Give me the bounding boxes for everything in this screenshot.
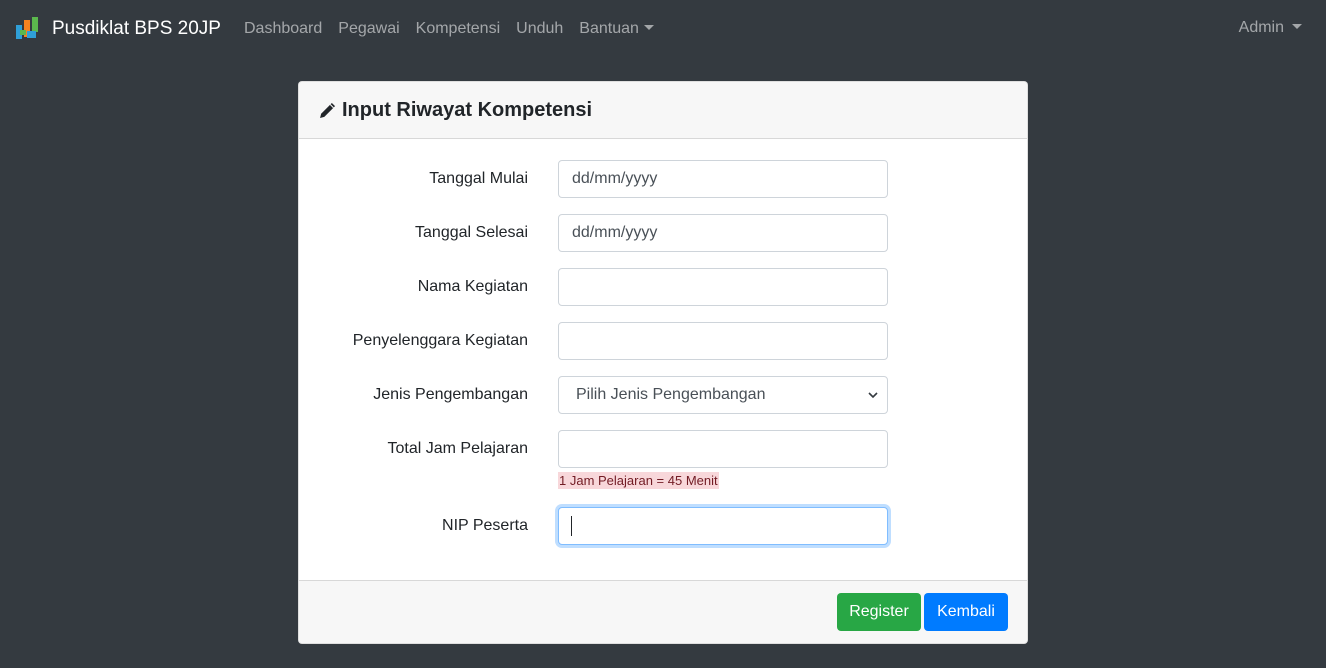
tanggal-mulai-input[interactable]: dd/mm/yyyy — [558, 160, 888, 198]
card-header: Input Riwayat Kompetensi — [299, 82, 1027, 139]
pencil-icon — [320, 102, 336, 118]
label-nama-kegiatan: Nama Kegiatan — [417, 278, 528, 295]
kembali-button[interactable]: Kembali — [924, 593, 1008, 631]
nav-unduh[interactable]: Unduh — [516, 20, 563, 38]
row-jenis-pengembangan: Jenis Pengembangan Pilih Jenis Pengemban… — [299, 376, 1027, 414]
text-cursor — [571, 516, 572, 536]
user-menu-label: Admin — [1238, 19, 1284, 36]
caret-down-icon — [643, 25, 654, 30]
nav-dashboard[interactable]: Dashboard — [244, 20, 322, 38]
penyelenggara-input[interactable] — [558, 322, 888, 360]
jenis-pengembangan-select[interactable]: Pilih Jenis Pengembangan — [558, 376, 888, 414]
brand[interactable]: Pusdiklat BPS 20JP — [15, 16, 221, 42]
jenis-pengembangan-selected: Pilih Jenis Pengembangan — [576, 386, 766, 403]
row-total-jam: Total Jam Pelajaran — [299, 430, 1027, 468]
register-button[interactable]: Register — [837, 593, 921, 631]
nav-pegawai[interactable]: Pegawai — [338, 20, 399, 38]
row-nip: NIP Peserta — [299, 507, 1027, 545]
brand-title: Pusdiklat BPS 20JP — [52, 18, 221, 39]
user-menu-dropdown[interactable]: Admin — [1239, 19, 1302, 37]
nama-kegiatan-input[interactable] — [558, 268, 888, 306]
nav-links: Dashboard Pegawai Kompetensi Unduh Bantu… — [244, 20, 670, 38]
row-penyelenggara: Penyelenggara Kegiatan — [299, 322, 1027, 360]
chevron-down-icon — [868, 392, 878, 399]
label-tanggal-selesai: Tanggal Selesai — [415, 224, 528, 241]
total-jam-help-text: 1 Jam Pelajaran = 45 Menit — [558, 472, 719, 489]
nav-bantuan-label: Bantuan — [579, 20, 639, 37]
label-jenis-pengembangan: Jenis Pengembangan — [373, 386, 528, 403]
label-tanggal-mulai: Tanggal Mulai — [429, 170, 528, 187]
nav-kompetensi[interactable]: Kompetensi — [416, 20, 501, 38]
competency-form-card: Input Riwayat Kompetensi Tanggal Mulai d… — [298, 81, 1028, 644]
top-navbar: Pusdiklat BPS 20JP Dashboard Pegawai Kom… — [0, 0, 1326, 58]
card-footer: Register Kembali — [299, 580, 1027, 643]
row-tanggal-mulai: Tanggal Mulai dd/mm/yyyy — [299, 160, 1027, 198]
total-jam-input[interactable] — [558, 430, 888, 468]
label-total-jam: Total Jam Pelajaran — [387, 440, 528, 457]
nav-bantuan-dropdown[interactable]: Bantuan — [579, 20, 654, 38]
bps-logo-icon — [16, 17, 38, 39]
nip-input[interactable] — [558, 507, 888, 545]
row-nama-kegiatan: Nama Kegiatan — [299, 268, 1027, 306]
card-title: Input Riwayat Kompetensi — [342, 98, 593, 121]
tanggal-selesai-input[interactable]: dd/mm/yyyy — [558, 214, 888, 252]
caret-down-icon — [1292, 24, 1302, 29]
label-nip: NIP Peserta — [442, 517, 528, 534]
label-penyelenggara: Penyelenggara Kegiatan — [352, 332, 528, 349]
row-tanggal-selesai: Tanggal Selesai dd/mm/yyyy — [299, 214, 1027, 252]
